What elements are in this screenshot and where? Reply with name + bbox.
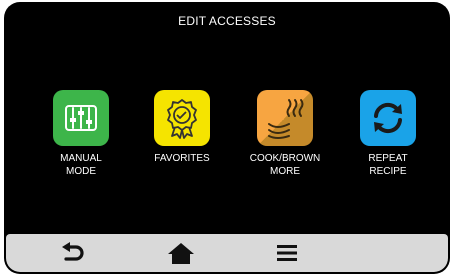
- home-button[interactable]: [166, 240, 196, 266]
- bottom-navbar: [6, 234, 448, 272]
- cook-brown-more-label: COOK/BROWN MORE: [249, 153, 321, 177]
- home-icon: [168, 243, 194, 264]
- favorites-label: FAVORITES: [154, 153, 210, 164]
- page-title: EDIT ACCESSES: [178, 14, 276, 28]
- back-arrow-icon: [62, 242, 84, 261]
- manual-mode-button[interactable]: [53, 90, 109, 146]
- heat-pan-icon: [268, 99, 304, 139]
- sliders-icon: [65, 105, 97, 131]
- repeat-recipe-label: REPEAT RECIPE: [368, 153, 408, 177]
- back-button[interactable]: [58, 240, 88, 266]
- cook-brown-more-button[interactable]: [257, 90, 313, 146]
- screen: EDIT ACCESSES MANUAL MODE FAVORITES COOK…: [4, 2, 450, 274]
- repeat-arrows-icon: [374, 102, 402, 134]
- hamburger-menu-icon: [277, 245, 297, 261]
- device-frame: EDIT ACCESSES MANUAL MODE FAVORITES COOK…: [0, 0, 456, 278]
- repeat-recipe-button[interactable]: [360, 90, 416, 146]
- favorites-button[interactable]: [154, 90, 210, 146]
- manual-mode-label: MANUAL MODE: [60, 153, 102, 177]
- award-ribbon-icon: [167, 99, 197, 139]
- menu-button[interactable]: [272, 240, 302, 266]
